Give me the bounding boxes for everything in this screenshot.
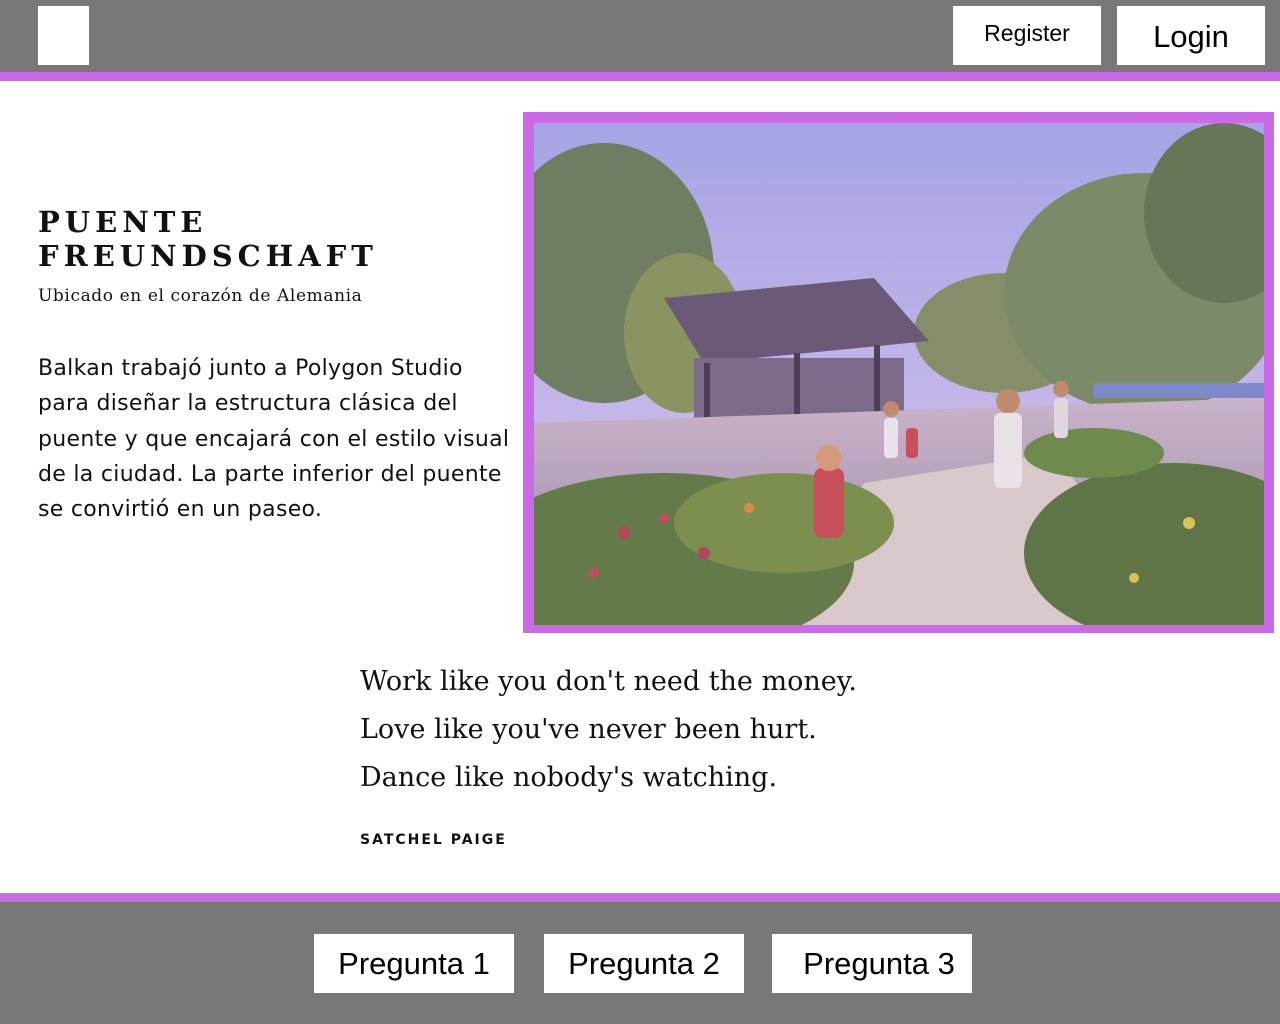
top-navbar: Register Login	[0, 0, 1280, 72]
hero-description: Balkan trabajó junto a Polygon Studio pa…	[38, 356, 510, 523]
login-button[interactable]: Login	[1117, 6, 1265, 65]
question-2-button[interactable]: Pregunta 2	[544, 934, 744, 993]
logo-icon[interactable]	[38, 6, 89, 65]
quote-line: Dance like nobody's watching.	[360, 762, 778, 793]
footer-accent-divider	[0, 893, 1280, 902]
hero-title: Puente Freundschaft	[38, 205, 378, 273]
register-button[interactable]: Register	[953, 6, 1101, 65]
question-3-button[interactable]: Pregunta 3	[772, 934, 972, 993]
quote-line: Love like you've never been hurt.	[360, 714, 817, 745]
park-sketch-image	[534, 123, 1264, 625]
question-1-button[interactable]: Pregunta 1	[314, 934, 514, 993]
quote-author: SATCHEL PAIGE	[360, 832, 507, 848]
header-accent-divider	[0, 72, 1280, 81]
hero-image-frame	[523, 112, 1274, 633]
quote-block: Work like you don't need the money. Love…	[360, 658, 1060, 802]
quote-line: Work like you don't need the money.	[360, 666, 857, 697]
hero-subtitle: Ubicado en el corazón de Alemania	[38, 286, 363, 306]
